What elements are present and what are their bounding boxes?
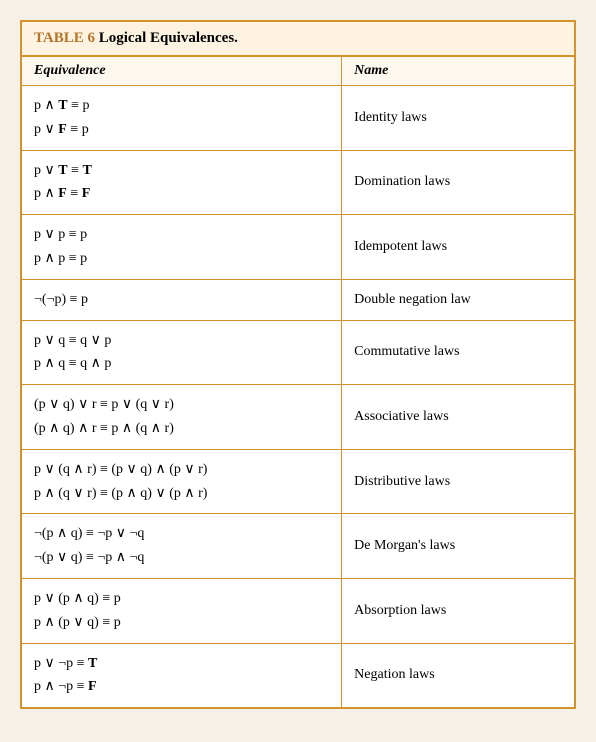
eq-formula: p ∧ ¬p ≡ F (34, 675, 329, 699)
table-row: p ∨ (p ∧ q) ≡ p p ∧ (p ∨ q) ≡ p Absorpti… (22, 579, 574, 644)
cell-name: Idempotent laws (342, 215, 574, 279)
eq-formula: p ∨ (p ∧ q) ≡ p (34, 587, 329, 611)
law-name: Idempotent laws (354, 235, 447, 259)
cell-name: Negation laws (342, 644, 574, 708)
cell-equivalence: p ∨ (p ∧ q) ≡ p p ∧ (p ∨ q) ≡ p (22, 579, 342, 643)
law-name: Negation laws (354, 663, 434, 687)
cell-equivalence: ¬(¬p) ≡ p (22, 280, 342, 320)
cell-equivalence: ¬(p ∧ q) ≡ ¬p ∨ ¬q ¬(p ∨ q) ≡ ¬p ∧ ¬q (22, 514, 342, 578)
table-row: ¬(¬p) ≡ p Double negation law (22, 280, 574, 321)
eq-formula: p ∨ q ≡ q ∨ p (34, 329, 329, 353)
cell-name: Distributive laws (342, 450, 574, 514)
cell-name: Domination laws (342, 151, 574, 215)
eq-formula: ¬(p ∧ q) ≡ ¬p ∨ ¬q (34, 522, 329, 546)
column-headers: Equivalence Name (22, 57, 574, 86)
cell-name: De Morgan's laws (342, 514, 574, 578)
eq-formula: p ∧ (p ∨ q) ≡ p (34, 611, 329, 635)
eq-formula: p ∧ p ≡ p (34, 247, 329, 271)
table-row: ¬(p ∧ q) ≡ ¬p ∨ ¬q ¬(p ∨ q) ≡ ¬p ∧ ¬q De… (22, 514, 574, 579)
col-equivalence-header: Equivalence (22, 57, 342, 85)
eq-formula: (p ∧ q) ∧ r ≡ p ∧ (q ∧ r) (34, 417, 329, 441)
table-row: (p ∨ q) ∨ r ≡ p ∨ (q ∨ r) (p ∧ q) ∧ r ≡ … (22, 385, 574, 450)
table-row: p ∨ ¬p ≡ T p ∧ ¬p ≡ F Negation laws (22, 644, 574, 708)
cell-name: Identity laws (342, 86, 574, 150)
cell-equivalence: p ∨ p ≡ p p ∧ p ≡ p (22, 215, 342, 279)
cell-equivalence: p ∨ q ≡ q ∨ p p ∧ q ≡ q ∧ p (22, 321, 342, 385)
table-number: TABLE 6 (34, 30, 95, 46)
table-row: p ∨ p ≡ p p ∧ p ≡ p Idempotent laws (22, 215, 574, 280)
law-name: Associative laws (354, 405, 448, 429)
cell-equivalence: p ∧ T ≡ p p ∨ F ≡ p (22, 86, 342, 150)
eq-formula: (p ∨ q) ∨ r ≡ p ∨ (q ∨ r) (34, 393, 329, 417)
eq-formula: p ∧ q ≡ q ∧ p (34, 352, 329, 376)
eq-formula: p ∨ p ≡ p (34, 223, 329, 247)
cell-equivalence: (p ∨ q) ∨ r ≡ p ∨ (q ∨ r) (p ∧ q) ∧ r ≡ … (22, 385, 342, 449)
table-row: p ∨ (q ∧ r) ≡ (p ∨ q) ∧ (p ∨ r) p ∧ (q ∨… (22, 450, 574, 515)
table-row: p ∨ T ≡ T p ∧ F ≡ F Domination laws (22, 151, 574, 216)
law-name: Commutative laws (354, 340, 459, 364)
eq-formula: ¬(¬p) ≡ p (34, 288, 329, 312)
cell-name: Commutative laws (342, 321, 574, 385)
cell-name: Double negation law (342, 280, 574, 320)
cell-name: Associative laws (342, 385, 574, 449)
law-name: Double negation law (354, 288, 471, 312)
logical-equivalences-table: TABLE 6 Logical Equivalences. Equivalenc… (20, 20, 576, 709)
eq-formula: p ∧ (q ∨ r) ≡ (p ∧ q) ∨ (p ∧ r) (34, 482, 329, 506)
law-name: Domination laws (354, 170, 450, 194)
cell-equivalence: p ∨ T ≡ T p ∧ F ≡ F (22, 151, 342, 215)
law-name: Identity laws (354, 106, 427, 130)
eq-formula: p ∧ T ≡ p (34, 94, 329, 118)
table-title: Logical Equivalences. (99, 30, 238, 46)
cell-equivalence: p ∨ (q ∧ r) ≡ (p ∨ q) ∧ (p ∨ r) p ∧ (q ∨… (22, 450, 342, 514)
eq-formula: ¬(p ∨ q) ≡ ¬p ∧ ¬q (34, 546, 329, 570)
col-name-header: Name (342, 57, 574, 85)
eq-formula: p ∨ ¬p ≡ T (34, 652, 329, 676)
cell-name: Absorption laws (342, 579, 574, 643)
cell-equivalence: p ∨ ¬p ≡ T p ∧ ¬p ≡ F (22, 644, 342, 708)
table-header: TABLE 6 Logical Equivalences. (22, 22, 574, 57)
law-name: Absorption laws (354, 599, 446, 623)
table-row: p ∨ q ≡ q ∨ p p ∧ q ≡ q ∧ p Commutative … (22, 321, 574, 386)
law-name: Distributive laws (354, 470, 450, 494)
eq-formula: p ∨ (q ∧ r) ≡ (p ∨ q) ∧ (p ∨ r) (34, 458, 329, 482)
eq-formula: p ∧ F ≡ F (34, 182, 329, 206)
eq-formula: p ∨ T ≡ T (34, 159, 329, 183)
law-name: De Morgan's laws (354, 534, 455, 558)
eq-formula: p ∨ F ≡ p (34, 118, 329, 142)
table-row: p ∧ T ≡ p p ∨ F ≡ p Identity laws (22, 86, 574, 151)
